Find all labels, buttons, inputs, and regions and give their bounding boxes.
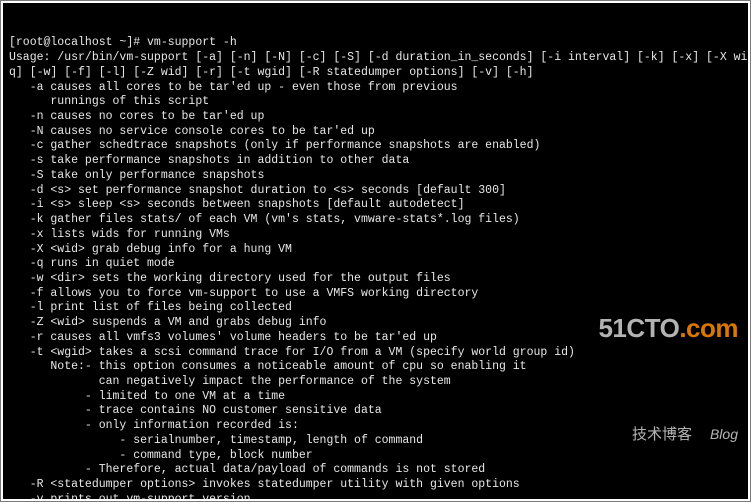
terminal-line: -c gather schedtrace snapshots (only if … (9, 139, 742, 154)
terminal-window[interactable]: [root@localhost ~]# vm-support -hUsage: … (3, 3, 748, 499)
terminal-line: - only information recorded is: (9, 419, 742, 434)
terminal-line: -n causes no cores to be tar'ed up (9, 110, 742, 125)
terminal-line: -S take only performance snapshots (9, 169, 742, 184)
terminal-line: [root@localhost ~]# vm-support -h (9, 36, 742, 51)
terminal-line: Usage: /usr/bin/vm-support [-a] [-n] [-N… (9, 51, 742, 66)
terminal-line: -w <dir> sets the working directory used… (9, 272, 742, 287)
terminal-line: -i <s> sleep <s> seconds between snapsho… (9, 198, 742, 213)
terminal-line: -q runs in quiet mode (9, 257, 742, 272)
terminal-line: -d <s> set performance snapshot duration… (9, 184, 742, 199)
terminal-line: Note:- this option consumes a noticeable… (9, 360, 742, 375)
terminal-line: runnings of this script (9, 95, 742, 110)
terminal-line: -k gather files stats/ of each VM (vm's … (9, 213, 742, 228)
terminal-line: -s take performance snapshots in additio… (9, 154, 742, 169)
terminal-line: -a causes all cores to be tar'ed up - ev… (9, 81, 742, 96)
terminal-line: -v prints out vm-support version (9, 493, 742, 499)
terminal-line: q] [-w] [-f] [-l] [-Z wid] [-r] [-t wgid… (9, 66, 742, 81)
terminal-line: -l print list of files being collected (9, 301, 742, 316)
terminal-line: - limited to one VM at a time (9, 390, 742, 405)
terminal-line: -Z <wid> suspends a VM and grabs debug i… (9, 316, 742, 331)
terminal-line: - serialnumber, timestamp, length of com… (9, 434, 742, 449)
terminal-line: -X <wid> grab debug info for a hung VM (9, 243, 742, 258)
terminal-line: -N causes no service console cores to be… (9, 125, 742, 140)
terminal-line: can negatively impact the performance of… (9, 375, 742, 390)
terminal-line: - Therefore, actual data/payload of comm… (9, 463, 742, 478)
terminal-output: [root@localhost ~]# vm-support -hUsage: … (9, 36, 742, 499)
terminal-line: - trace contains NO customer sensitive d… (9, 404, 742, 419)
terminal-line: -t <wgid> takes a scsi command trace for… (9, 346, 742, 361)
terminal-line: -R <statedumper options> invokes statedu… (9, 478, 742, 493)
terminal-line: -r causes all vmfs3 volumes' volume head… (9, 331, 742, 346)
terminal-line: - command type, block number (9, 449, 742, 464)
terminal-line: -x lists wids for running VMs (9, 228, 742, 243)
terminal-line: -f allows you to force vm-support to use… (9, 287, 742, 302)
